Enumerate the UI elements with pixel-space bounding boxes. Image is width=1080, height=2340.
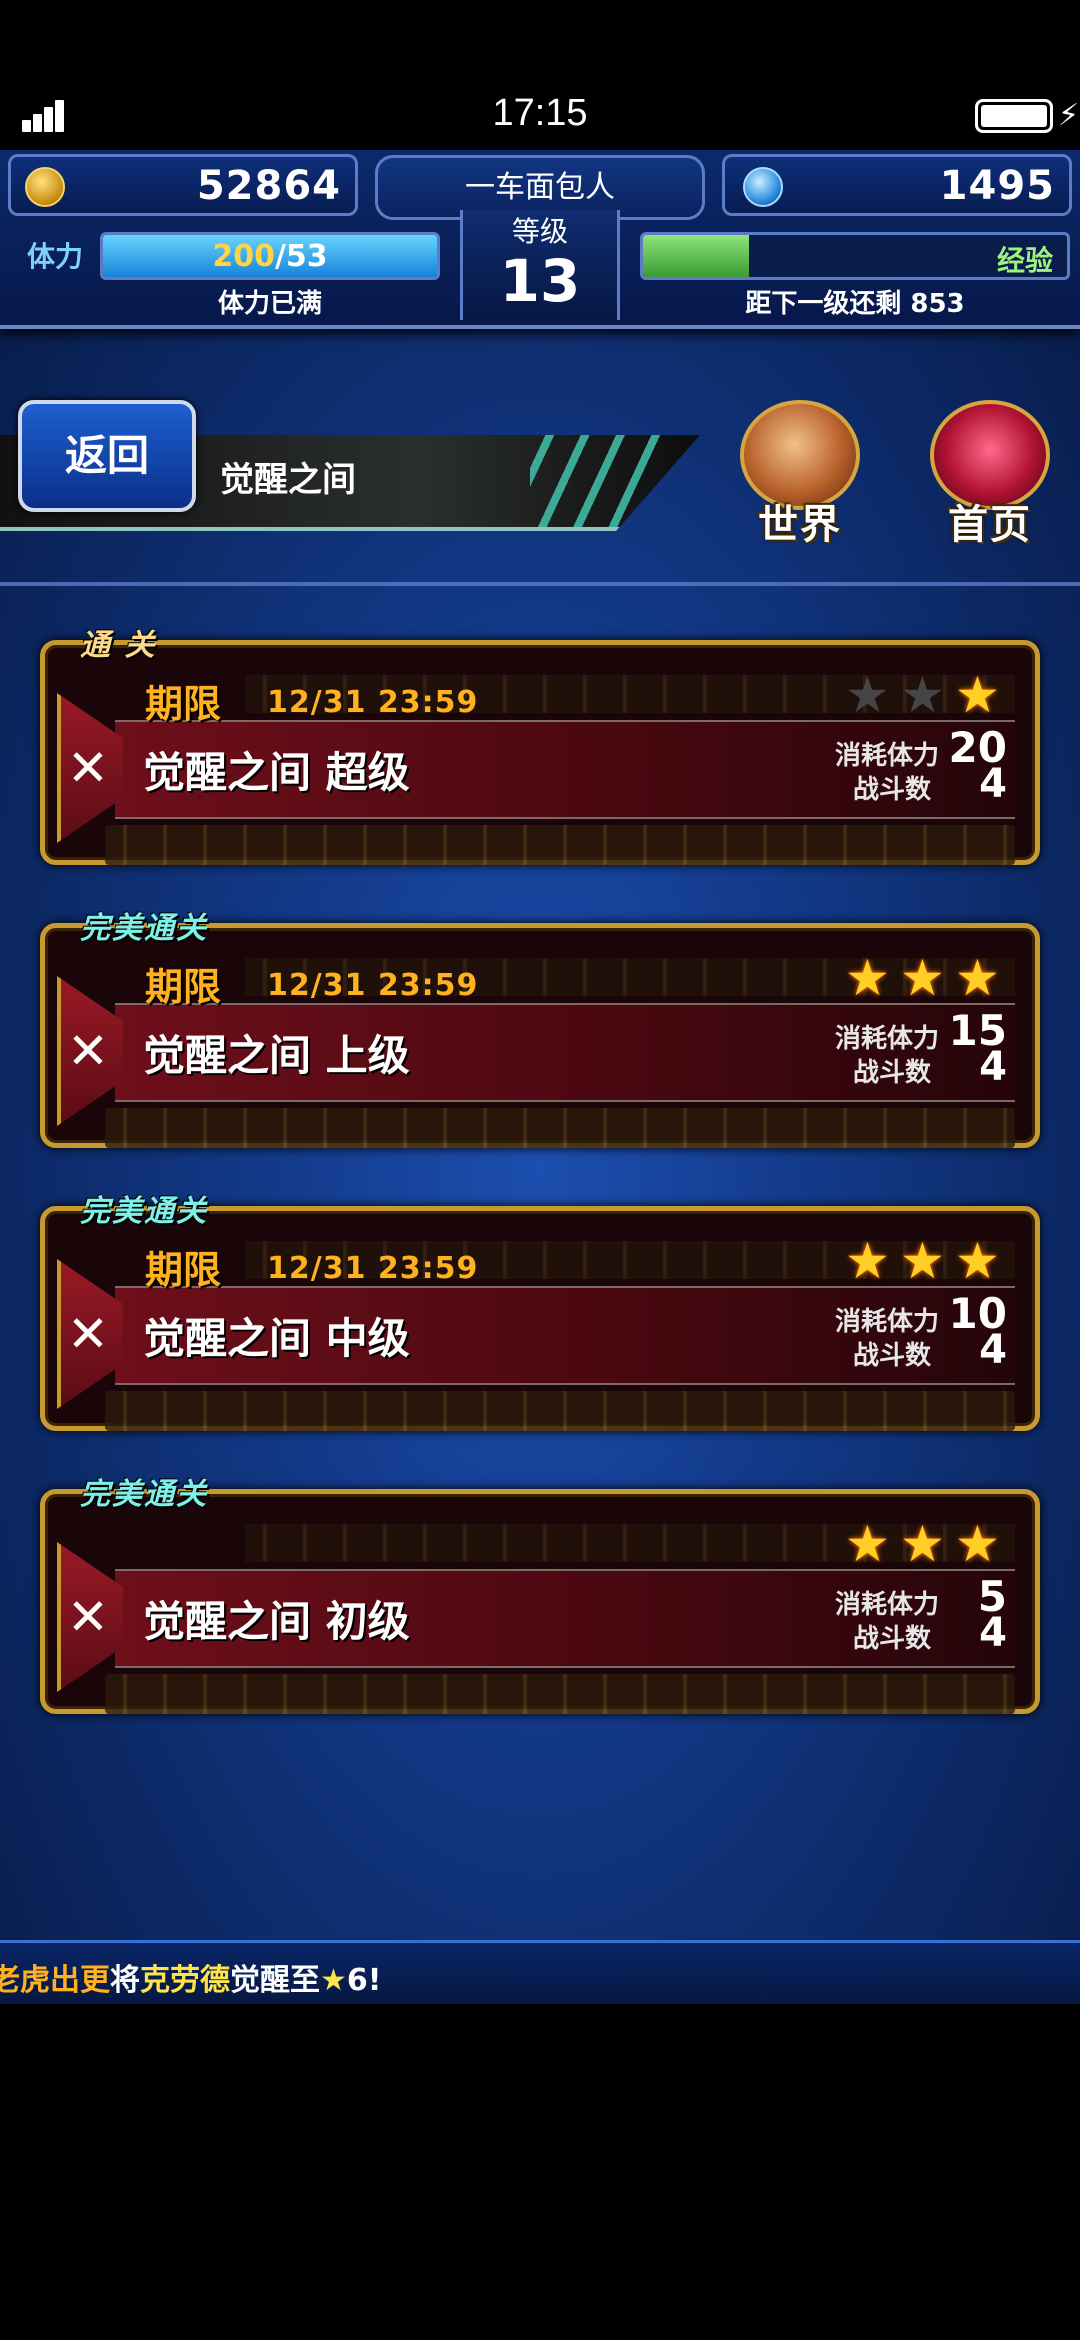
status-bar: 17:15 ⚡ xyxy=(0,0,1080,150)
ticker-action: 觉醒至 xyxy=(230,1963,320,1998)
clear-badge: 完美通关 xyxy=(80,911,208,946)
clear-badge: 通 关 xyxy=(80,628,157,663)
stage-card[interactable]: ✕ 觉醒之间 初级 ★ ★ ★ 消耗体力 5 战斗数 4 完美通关 xyxy=(40,1469,1040,1714)
crossed-swords-icon: ✕ xyxy=(57,1542,123,1692)
deadline-time: 12/31 23:59 xyxy=(267,968,479,1003)
stage-card[interactable]: ✕ 期限 12/31 23:59 觉醒之间 超级 ★ ★ ★ 消耗体力 20 战斗数… xyxy=(40,620,1040,865)
battery-icon xyxy=(975,99,1053,133)
level-label: 等级 xyxy=(511,215,568,248)
world-button-label: 世界 xyxy=(758,502,842,548)
battles-label: 战斗数 xyxy=(853,1624,932,1654)
crossed-swords-icon: ✕ xyxy=(57,693,123,843)
star-filled-icon: ★ xyxy=(845,1515,890,1573)
player-name: 一车面包人 xyxy=(465,170,615,205)
home-button[interactable]: 首页 xyxy=(910,400,1070,550)
cost-label: 消耗体力 xyxy=(835,1590,940,1620)
stage-name: 觉醒之间 上级 xyxy=(143,1031,410,1080)
stage-name: 觉醒之间 中级 xyxy=(143,1314,410,1363)
deadline-label: 期限 xyxy=(145,682,222,726)
deadline-time: 12/31 23:59 xyxy=(267,685,479,720)
star-filled-icon: ★ xyxy=(955,1515,1000,1573)
level-number: 13 xyxy=(499,247,581,315)
game-screen: 52864 一车面包人 1495 等级 13 体力 200/53 体力已满 经验… xyxy=(0,150,1080,2007)
page-title: 觉醒之间 xyxy=(220,460,356,500)
level-display: 等级 13 xyxy=(460,210,620,320)
stage-card-frame: ✕ 觉醒之间 初级 ★ ★ ★ 消耗体力 5 战斗数 4 xyxy=(40,1489,1040,1714)
stage-card-frame: ✕ 期限 12/31 23:59 觉醒之间 中级 ★ ★ ★ 消耗体力 10 战斗数… xyxy=(40,1206,1040,1431)
battles-label: 战斗数 xyxy=(853,775,932,805)
ticker-player: 老虎出更 xyxy=(0,1963,110,1998)
star-empty-icon: ★ xyxy=(845,666,890,724)
header-divider xyxy=(0,582,1080,586)
back-button-label: 返回 xyxy=(64,431,149,480)
star-rating: ★ ★ ★ xyxy=(845,1515,1015,1573)
exp-fill xyxy=(643,235,749,277)
ticker-star: ★ xyxy=(320,1963,347,1998)
gil-display: 52864 xyxy=(8,154,358,216)
stage-card[interactable]: ✕ 期限 12/31 23:59 觉醒之间 上级 ★ ★ ★ 消耗体力 15 战斗数… xyxy=(40,903,1040,1148)
charging-icon: ⚡ xyxy=(1058,98,1080,133)
star-rating: ★ ★ ★ xyxy=(845,1232,1015,1290)
star-filled-icon: ★ xyxy=(955,1232,1000,1290)
stage-name: 觉醒之间 初级 xyxy=(143,1597,410,1646)
gem-amount: 1495 xyxy=(939,163,1055,209)
page-header: 觉醒之间 返回 世界 首页 xyxy=(0,390,1080,550)
stamina-max: /53 xyxy=(274,239,328,274)
lapis-gem-icon xyxy=(743,167,783,207)
battles-label: 战斗数 xyxy=(853,1058,932,1088)
battles-value: 4 xyxy=(979,1044,1007,1090)
gil-amount: 52864 xyxy=(196,163,341,209)
ticker-verb: 将 xyxy=(110,1963,140,1998)
stamina-bar: 200/53 xyxy=(100,232,440,280)
player-status-bar: 52864 一车面包人 1495 等级 13 体力 200/53 体力已满 经验… xyxy=(0,150,1080,329)
ticker-rank: 6! xyxy=(346,1963,382,1998)
clear-badge: 完美通关 xyxy=(80,1194,208,1229)
deadline-label: 期限 xyxy=(145,1248,222,1292)
star-rating: ★ ★ ★ xyxy=(845,949,1015,1007)
ticker-text: 老虎出更将克劳德觉醒至★6! xyxy=(0,1955,381,1999)
stage-card-frame: ✕ 期限 12/31 23:59 觉醒之间 上级 ★ ★ ★ 消耗体力 15 战斗数… xyxy=(40,923,1040,1148)
ticker-character: 克劳德 xyxy=(140,1963,230,1998)
gem-display[interactable]: 1495 xyxy=(722,154,1072,216)
clear-badge: 完美通关 xyxy=(80,1477,208,1512)
back-button[interactable]: 返回 xyxy=(18,400,196,512)
star-filled-icon: ★ xyxy=(955,949,1000,1007)
star-filled-icon: ★ xyxy=(955,666,1000,724)
news-ticker: 老虎出更将克劳德觉醒至★6! xyxy=(0,1940,1080,2007)
star-filled-icon: ★ xyxy=(900,949,945,1007)
exp-remaining: 距下一级还剩 853 xyxy=(745,289,965,319)
exp-bar: 经验 xyxy=(640,232,1070,280)
battles-value: 4 xyxy=(979,1327,1007,1373)
world-button[interactable]: 世界 xyxy=(720,400,880,550)
battles-value: 4 xyxy=(979,1610,1007,1656)
cost-label: 消耗体力 xyxy=(835,1024,940,1054)
stamina-value: 200/53 xyxy=(103,239,437,274)
star-filled-icon: ★ xyxy=(900,1515,945,1573)
stamina-label: 体力 xyxy=(26,240,83,273)
stamina-current: 200 xyxy=(212,239,275,274)
stage-card[interactable]: ✕ 期限 12/31 23:59 觉醒之间 中级 ★ ★ ★ 消耗体力 10 战斗数… xyxy=(40,1186,1040,1431)
star-empty-icon: ★ xyxy=(900,666,945,724)
deadline-time: 12/31 23:59 xyxy=(267,1251,479,1286)
star-filled-icon: ★ xyxy=(900,1232,945,1290)
gil-coin-icon xyxy=(25,167,65,207)
bottom-blank xyxy=(0,2004,1080,2340)
status-time: 17:15 xyxy=(492,92,588,134)
stage-card-frame: ✕ 期限 12/31 23:59 觉醒之间 超级 ★ ★ ★ 消耗体力 20 战斗数… xyxy=(40,640,1040,865)
battles-label: 战斗数 xyxy=(853,1341,932,1371)
star-filled-icon: ★ xyxy=(845,949,890,1007)
cost-label: 消耗体力 xyxy=(835,1307,940,1337)
cost-label: 消耗体力 xyxy=(835,741,940,771)
deadline-label: 期限 xyxy=(145,965,222,1009)
star-filled-icon: ★ xyxy=(845,1232,890,1290)
crossed-swords-icon: ✕ xyxy=(57,1259,123,1409)
exp-label: 经验 xyxy=(996,244,1053,277)
stamina-status: 体力已满 xyxy=(217,289,322,319)
battles-value: 4 xyxy=(979,761,1007,807)
stage-name: 觉醒之间 超级 xyxy=(143,748,410,797)
home-button-label: 首页 xyxy=(948,502,1032,548)
star-rating: ★ ★ ★ xyxy=(845,666,1015,724)
crossed-swords-icon: ✕ xyxy=(57,976,123,1126)
